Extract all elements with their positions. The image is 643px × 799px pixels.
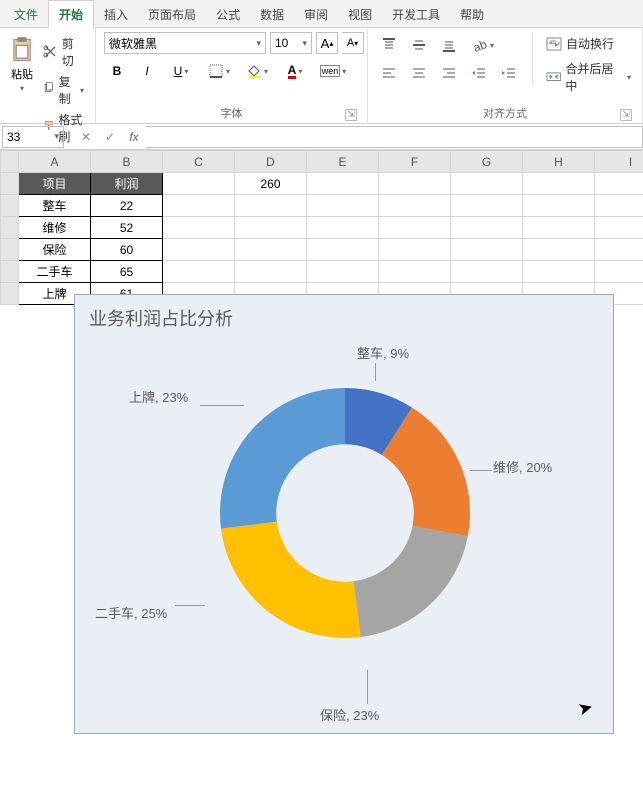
bold-button[interactable]: B bbox=[104, 60, 130, 82]
scissors-icon bbox=[43, 44, 58, 60]
group-font: 微软雅黑▾ 10▾ A▴ A▾ B I U▾ ▾ ▾ A▾ wen▾ 字体⇲ bbox=[96, 28, 368, 123]
chart-label-2: 保险, 23% bbox=[320, 705, 379, 724]
fill-color-button[interactable]: ▾ bbox=[240, 60, 274, 82]
col-E[interactable]: E bbox=[307, 151, 379, 173]
worksheet[interactable]: A B C D E F G H I 项目 利润 260 整车 22 维修 5 bbox=[0, 150, 643, 799]
cell-D1[interactable]: 260 bbox=[235, 173, 307, 195]
chart-label-4: 上牌, 23% bbox=[129, 387, 188, 406]
cell-B2[interactable]: 22 bbox=[91, 195, 163, 217]
tab-file[interactable]: 文件 bbox=[4, 1, 48, 27]
copy-icon bbox=[43, 82, 55, 98]
cell[interactable] bbox=[163, 173, 235, 195]
cell-A3[interactable]: 维修 bbox=[19, 217, 91, 239]
paste-label: 粘贴 bbox=[11, 66, 33, 82]
col-B[interactable]: B bbox=[91, 151, 163, 173]
font-color-button[interactable]: A▾ bbox=[278, 60, 312, 82]
tab-view[interactable]: 视图 bbox=[338, 1, 382, 27]
cell-A4[interactable]: 保险 bbox=[19, 239, 91, 261]
cell-B5[interactable]: 65 bbox=[91, 261, 163, 283]
phonetic-button[interactable]: wen▾ bbox=[316, 60, 350, 82]
paste-icon bbox=[8, 36, 36, 64]
formula-input[interactable] bbox=[146, 126, 643, 148]
group-alignment-label: 对齐方式⇲ bbox=[376, 103, 634, 123]
chart-object[interactable]: 业务利润占比分析 整车, 9% 维修, 20% 保险, 23% 二手车, 25%… bbox=[74, 294, 614, 734]
align-left-button[interactable] bbox=[376, 62, 402, 84]
alignment-dialog-launcher[interactable]: ⇲ bbox=[620, 109, 632, 121]
font-name-combo[interactable]: 微软雅黑▾ bbox=[104, 32, 266, 54]
cut-label: 剪切 bbox=[62, 35, 84, 69]
chart-title[interactable]: 业务利润占比分析 bbox=[89, 305, 233, 331]
col-H[interactable]: H bbox=[523, 151, 595, 173]
ribbon: 粘贴 ▾ 剪切 复制▾ 格式刷 剪贴板⇲ bbox=[0, 28, 643, 124]
row-hdr[interactable] bbox=[1, 173, 19, 195]
underline-button[interactable]: U▾ bbox=[164, 60, 198, 82]
group-clipboard: 粘贴 ▾ 剪切 复制▾ 格式刷 剪贴板⇲ bbox=[0, 28, 96, 123]
merge-center-button[interactable]: 合并后居中▾ bbox=[543, 59, 634, 95]
font-dialog-launcher[interactable]: ⇲ bbox=[345, 109, 357, 121]
border-icon bbox=[208, 63, 224, 79]
copy-label: 复制 bbox=[59, 73, 76, 107]
copy-button[interactable]: 复制▾ bbox=[40, 72, 87, 108]
chart-label-0: 整车, 9% bbox=[357, 343, 409, 362]
formula-bar: 33▾ ✕ ✓ fx bbox=[0, 124, 643, 150]
svg-text:ab: ab bbox=[472, 37, 488, 53]
chart-label-1: 维修, 20% bbox=[493, 457, 552, 476]
tab-insert[interactable]: 插入 bbox=[94, 1, 138, 27]
tab-dev[interactable]: 开发工具 bbox=[382, 1, 450, 27]
tab-data[interactable]: 数据 bbox=[250, 1, 294, 27]
group-alignment: ab▾ ab 自动换行 合并后居中▾ bbox=[368, 28, 643, 123]
ribbon-tabs: 文件 开始 插入 页面布局 公式 数据 审阅 视图 开发工具 帮助 bbox=[0, 0, 643, 28]
cell-B3[interactable]: 52 bbox=[91, 217, 163, 239]
col-I[interactable]: I bbox=[595, 151, 643, 173]
paste-button[interactable]: 粘贴 ▾ bbox=[8, 32, 36, 93]
tab-review[interactable]: 审阅 bbox=[294, 1, 338, 27]
tab-help[interactable]: 帮助 bbox=[450, 1, 494, 27]
decrease-font-button[interactable]: A▾ bbox=[342, 32, 364, 54]
align-bottom-button[interactable] bbox=[436, 34, 462, 56]
wrap-icon: ab bbox=[546, 36, 562, 52]
orientation-button[interactable]: ab▾ bbox=[466, 34, 500, 56]
fx-cancel[interactable]: ✕ bbox=[74, 126, 98, 148]
cell-B1[interactable]: 利润 bbox=[91, 173, 163, 195]
fx-button[interactable]: fx bbox=[122, 126, 146, 148]
bucket-icon bbox=[246, 63, 262, 79]
wrap-text-button[interactable]: ab 自动换行 bbox=[543, 34, 634, 53]
align-middle-button[interactable] bbox=[406, 34, 432, 56]
cut-button[interactable]: 剪切 bbox=[40, 34, 87, 70]
cell-A2[interactable]: 整车 bbox=[19, 195, 91, 217]
grid-table: A B C D E F G H I 项目 利润 260 整车 22 维修 5 bbox=[0, 150, 643, 305]
fx-confirm[interactable]: ✓ bbox=[98, 126, 122, 148]
name-box[interactable]: 33▾ bbox=[2, 126, 64, 148]
cell-A1[interactable]: 项目 bbox=[19, 173, 91, 195]
font-size-combo[interactable]: 10▾ bbox=[270, 32, 312, 54]
align-top-button[interactable] bbox=[376, 34, 402, 56]
chart-label-3: 二手车, 25% bbox=[95, 603, 167, 622]
cursor-icon: ➤ bbox=[575, 696, 595, 720]
decrease-indent-button[interactable] bbox=[466, 62, 492, 84]
col-G[interactable]: G bbox=[451, 151, 523, 173]
select-all[interactable] bbox=[1, 151, 19, 173]
border-button[interactable]: ▾ bbox=[202, 60, 236, 82]
col-C[interactable]: C bbox=[163, 151, 235, 173]
tab-home[interactable]: 开始 bbox=[48, 0, 94, 28]
tab-formulas[interactable]: 公式 bbox=[206, 1, 250, 27]
increase-font-button[interactable]: A▴ bbox=[316, 32, 338, 54]
cell-B4[interactable]: 60 bbox=[91, 239, 163, 261]
tab-layout[interactable]: 页面布局 bbox=[138, 1, 206, 27]
increase-indent-button[interactable] bbox=[496, 62, 522, 84]
italic-button[interactable]: I bbox=[134, 60, 160, 82]
merge-icon bbox=[546, 69, 561, 85]
donut-chart[interactable] bbox=[195, 363, 495, 663]
cell-A5[interactable]: 二手车 bbox=[19, 261, 91, 283]
align-center-button[interactable] bbox=[406, 62, 432, 84]
align-right-button[interactable] bbox=[436, 62, 462, 84]
col-D[interactable]: D bbox=[235, 151, 307, 173]
group-font-label: 字体⇲ bbox=[104, 103, 359, 123]
col-F[interactable]: F bbox=[379, 151, 451, 173]
col-A[interactable]: A bbox=[19, 151, 91, 173]
